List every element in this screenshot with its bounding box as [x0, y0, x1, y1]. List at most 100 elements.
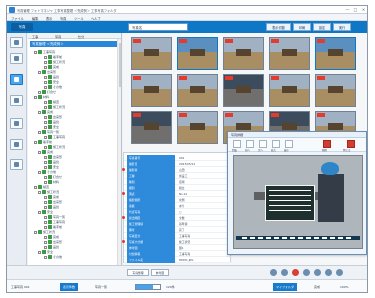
- tree-scrollbar[interactable]: [117, 39, 121, 265]
- zoom-in-label: 拡大: [271, 149, 277, 152]
- photo-thumbnail[interactable]: [131, 37, 172, 70]
- tree-item[interactable]: その他: [44, 254, 62, 259]
- photo-filmstrip[interactable]: [236, 236, 360, 240]
- link-icon[interactable]: [325, 269, 332, 276]
- main-content: 写真番号 001 撮影日 2023/05/12 撮影者 山田 工種 仮設工 種別 足場 細別 組立 測点…: [122, 33, 367, 265]
- photo-thumbnail-grid: [123, 33, 367, 147]
- tree-tab-sort[interactable]: 仕分: [78, 34, 84, 39]
- photo-thumbnail[interactable]: [269, 37, 310, 70]
- zoom-in-icon[interactable]: [272, 140, 280, 148]
- tree-root-label: 写真管理 ＜完成例＞: [32, 42, 64, 46]
- expand-toggle-icon[interactable]: [34, 230, 37, 234]
- photo-thumbnail[interactable]: [131, 111, 172, 144]
- minimize-icon[interactable]: —: [344, 7, 351, 13]
- expand-toggle-icon[interactable]: [34, 185, 37, 189]
- print-icon[interactable]: [292, 269, 299, 276]
- expand-toggle-icon[interactable]: [38, 210, 41, 214]
- detail-value: P0001.JPG: [179, 258, 194, 262]
- settings-button[interactable]: 設定: [313, 23, 331, 31]
- link-icon[interactable]: [10, 159, 23, 170]
- window-title: 写真管理 フォトマネジャ 工事写真整理 ＜完成例＞ 工事写真フォルダ: [17, 9, 117, 13]
- delete-icon[interactable]: [323, 140, 331, 148]
- folder-icon[interactable]: [10, 37, 23, 48]
- close-icon[interactable]: ×: [360, 7, 367, 13]
- status-count: 120件: [166, 285, 175, 289]
- close-icon[interactable]: [314, 269, 321, 276]
- document-icon[interactable]: [10, 95, 23, 106]
- construction-photo-preview: [233, 155, 363, 249]
- expand-toggle-icon[interactable]: [38, 150, 41, 154]
- chart-icon[interactable]: [10, 118, 23, 129]
- title-bar: 写真管理 フォトマネジャ 工事写真整理 ＜完成例＞ 工事写真フォルダ — □ ×: [7, 6, 367, 14]
- close-dialog-icon[interactable]: [347, 140, 355, 148]
- tools-icon[interactable]: [10, 139, 23, 150]
- detail-row[interactable]: ファイル名 P0001.JPG: [124, 257, 232, 263]
- photo-detail-dialog: 写真詳細 回転 前へ 次へ 拡大 縮小 削除 閉じる: [227, 131, 367, 255]
- expand-toggle-icon[interactable]: [34, 95, 37, 99]
- rotate-icon[interactable]: [233, 140, 241, 148]
- expand-toggle-icon[interactable]: [38, 250, 41, 254]
- expand-toggle-icon[interactable]: [38, 130, 41, 134]
- photo-detail-table: 写真番号 001 撮影日 2023/05/12 撮影者 山田 工種 仮設工 種別 足場 細別 組立 測点…: [122, 152, 232, 263]
- help-icon[interactable]: [270, 269, 277, 276]
- required-marker-icon: [122, 216, 125, 219]
- folder-node-icon: [38, 50, 42, 54]
- tree-tabs: 工事 写真 仕分: [28, 33, 121, 39]
- status-display-count-label: 表示件数: [60, 283, 79, 291]
- reference-drawing-button[interactable]: 参考図: [151, 269, 169, 276]
- previous-label: 前へ: [245, 149, 251, 152]
- tree-item-label: 品質: [53, 205, 60, 209]
- print-button[interactable]: 印刷: [293, 23, 311, 31]
- tree-tab-photo[interactable]: 写真: [55, 34, 61, 39]
- expand-toggle-icon[interactable]: [34, 140, 37, 144]
- status-current-photo: 工事写真 001: [11, 285, 30, 289]
- detail-key: ファイル名: [127, 257, 175, 263]
- status-complete: 完成: [314, 285, 321, 289]
- expand-toggle-icon[interactable]: [44, 255, 47, 259]
- zoom-level: 100%: [340, 285, 349, 289]
- photo-organize-button[interactable]: 写真整理: [127, 269, 149, 276]
- camera-icon[interactable]: [10, 53, 23, 64]
- photo-thumbnail[interactable]: [177, 74, 218, 107]
- expand-toggle-icon[interactable]: [38, 170, 41, 174]
- tab-photo[interactable]: 写真: [11, 23, 33, 31]
- photo-thumbnail[interactable]: [269, 74, 310, 107]
- run-button[interactable]: 実行: [333, 23, 351, 31]
- expand-toggle-icon[interactable]: [38, 110, 41, 114]
- required-marker-icon: [122, 240, 125, 243]
- required-marker-icon: [122, 168, 125, 171]
- photo-grid-icon[interactable]: [10, 74, 23, 85]
- zoom-out-icon[interactable]: [285, 140, 293, 148]
- photo-thumbnail[interactable]: [131, 74, 172, 107]
- folder-tree-panel: 工事 写真 仕分 写真管理 ＜完成例＞ 工事写真 着手前 施工状況 完成 出来形 品質 安全…: [28, 33, 122, 265]
- photo-thumbnail[interactable]: [223, 74, 264, 107]
- status-photo-list: 写真一覧: [95, 285, 108, 289]
- zoom-out-label: 縮小: [284, 149, 290, 152]
- photo-thumbnail[interactable]: [177, 111, 218, 144]
- left-tool-rail: [7, 33, 27, 265]
- next-icon[interactable]: [259, 140, 267, 148]
- photo-thumbnail[interactable]: [315, 74, 356, 107]
- expand-toggle-icon[interactable]: [34, 50, 37, 54]
- previous-icon[interactable]: [246, 140, 254, 148]
- folder-node-icon: [38, 230, 42, 234]
- folder-node-icon: [38, 140, 42, 144]
- maximize-icon[interactable]: □: [352, 7, 359, 13]
- photo-thumbnail[interactable]: [177, 37, 218, 70]
- app-icon: [9, 7, 15, 13]
- photo-thumbnail[interactable]: [223, 37, 264, 70]
- menu-bar: ファイル 編集 表示 写真 ツール ヘルプ: [7, 14, 367, 21]
- expand-toggle-icon[interactable]: [38, 190, 41, 194]
- bottom-toolbar: 写真整理 参考図: [7, 265, 367, 279]
- search-icon[interactable]: [336, 269, 343, 276]
- expand-toggle-icon[interactable]: [38, 70, 41, 74]
- photo-thumbnail[interactable]: [315, 37, 356, 70]
- photo-icon[interactable]: [281, 269, 288, 276]
- settings-icon[interactable]: [303, 269, 310, 276]
- tree-item-label: 工事写真: [53, 135, 66, 139]
- view-toggle-button[interactable]: 表示切替: [266, 23, 291, 31]
- tree-item-label: 施工状況: [53, 145, 66, 149]
- photo-name-input[interactable]: 写真名: [128, 23, 188, 31]
- tree-tab-project[interactable]: 工事: [32, 34, 38, 39]
- folder-node-icon: [48, 255, 52, 259]
